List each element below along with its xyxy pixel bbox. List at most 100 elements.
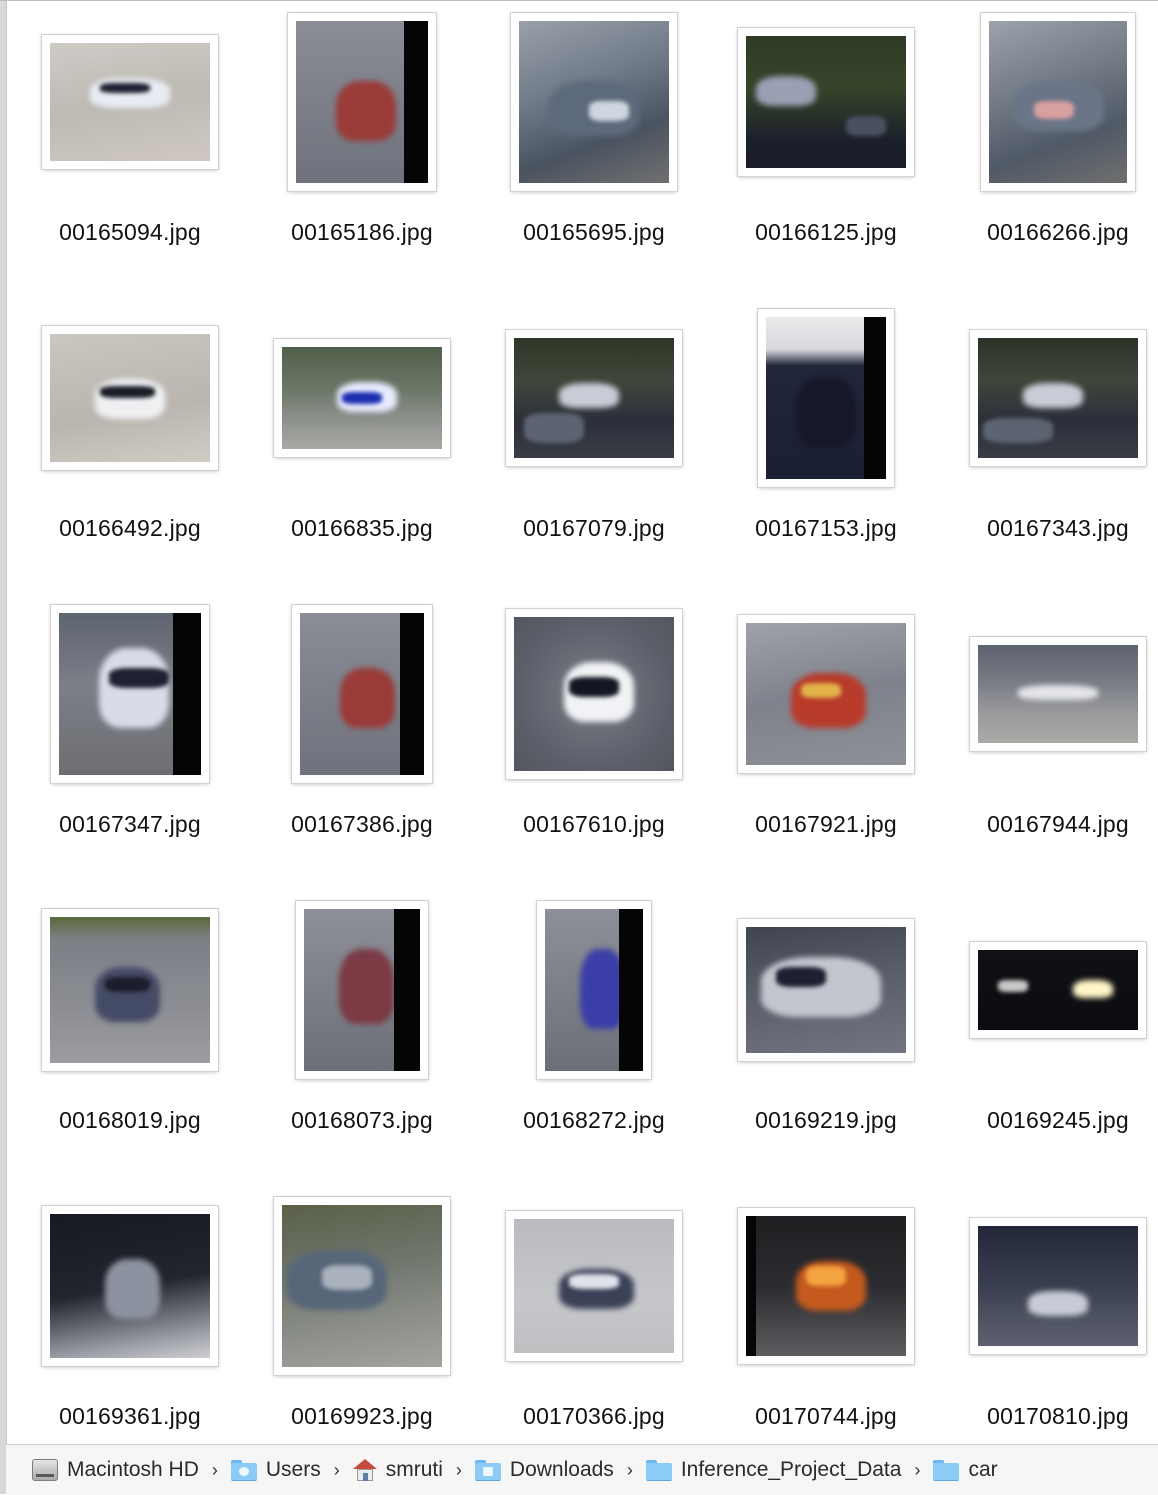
file-item[interactable]: 00166492.jpg bbox=[14, 296, 246, 592]
file-thumbnail[interactable] bbox=[42, 35, 218, 169]
file-thumbnail[interactable] bbox=[511, 13, 677, 191]
file-thumbnail[interactable] bbox=[738, 28, 914, 176]
path-crumb-label: Inference_Project_Data bbox=[680, 1458, 902, 1481]
file-name-label[interactable]: 00169245.jpg bbox=[942, 1107, 1158, 1134]
file-thumbnail[interactable] bbox=[738, 1208, 914, 1364]
chevron-right-icon: › bbox=[455, 1459, 462, 1480]
file-item[interactable]: 00167079.jpg bbox=[478, 296, 710, 592]
file-thumbnail[interactable] bbox=[42, 326, 218, 470]
file-thumbnail[interactable] bbox=[42, 1206, 218, 1366]
file-thumbnail[interactable] bbox=[970, 330, 1146, 466]
path-crumb[interactable]: car bbox=[933, 1458, 998, 1482]
file-name-label[interactable]: 00167153.jpg bbox=[710, 515, 942, 542]
file-name-label[interactable]: 00167921.jpg bbox=[710, 811, 942, 838]
file-item[interactable]: 00165695.jpg bbox=[478, 0, 710, 296]
file-thumbnail[interactable] bbox=[506, 330, 682, 466]
home-icon bbox=[352, 1459, 377, 1481]
path-crumb[interactable]: Macintosh HD bbox=[32, 1458, 199, 1482]
file-name-label[interactable]: 00167386.jpg bbox=[246, 811, 478, 838]
file-name-label[interactable]: 00166125.jpg bbox=[710, 219, 942, 246]
file-name-label[interactable]: 00166835.jpg bbox=[246, 515, 478, 542]
file-item[interactable]: 00167343.jpg bbox=[942, 296, 1158, 592]
thumbnail-container bbox=[14, 894, 246, 1086]
image-preview bbox=[300, 613, 424, 775]
vehicle-shape bbox=[336, 81, 396, 141]
vehicle-detail bbox=[342, 392, 382, 404]
thumbnail-container bbox=[246, 1190, 478, 1382]
file-thumbnail[interactable] bbox=[51, 605, 209, 783]
dark-edge-band bbox=[864, 317, 886, 479]
file-item[interactable]: 00169361.jpg bbox=[14, 1184, 246, 1480]
file-name-label[interactable]: 00167610.jpg bbox=[478, 811, 710, 838]
thumbnail-container bbox=[246, 302, 478, 494]
file-name-label[interactable]: 00167343.jpg bbox=[942, 515, 1158, 542]
file-name-label[interactable]: 00165186.jpg bbox=[246, 219, 478, 246]
image-preview bbox=[296, 21, 428, 183]
file-item[interactable]: 00170810.jpg bbox=[942, 1184, 1158, 1480]
file-name-label[interactable]: 00170366.jpg bbox=[478, 1403, 710, 1430]
thumbnail-container bbox=[14, 302, 246, 494]
file-name-label[interactable]: 00169219.jpg bbox=[710, 1107, 942, 1134]
file-thumbnail[interactable] bbox=[274, 339, 450, 457]
file-thumbnail[interactable] bbox=[292, 605, 432, 783]
file-item[interactable]: 00169923.jpg bbox=[246, 1184, 478, 1480]
file-name-label[interactable]: 00165695.jpg bbox=[478, 219, 710, 246]
file-thumbnail[interactable] bbox=[758, 309, 894, 487]
file-thumbnail[interactable] bbox=[42, 909, 218, 1071]
file-item[interactable]: 00170366.jpg bbox=[478, 1184, 710, 1480]
file-item[interactable]: 00165186.jpg bbox=[246, 0, 478, 296]
file-thumbnail[interactable] bbox=[288, 13, 436, 191]
file-name-label[interactable]: 00167079.jpg bbox=[478, 515, 710, 542]
file-item[interactable]: 00168073.jpg bbox=[246, 888, 478, 1184]
file-item[interactable]: 00165094.jpg bbox=[14, 0, 246, 296]
file-thumbnail[interactable] bbox=[970, 942, 1146, 1038]
file-thumbnail[interactable] bbox=[970, 1218, 1146, 1354]
file-name-label[interactable]: 00167347.jpg bbox=[14, 811, 246, 838]
file-item[interactable]: 00167921.jpg bbox=[710, 592, 942, 888]
file-name-label[interactable]: 00170744.jpg bbox=[710, 1403, 942, 1430]
file-thumbnail[interactable] bbox=[537, 901, 651, 1079]
file-name-label[interactable]: 00168019.jpg bbox=[14, 1107, 246, 1134]
image-preview bbox=[746, 36, 906, 168]
file-name-label[interactable]: 00168272.jpg bbox=[478, 1107, 710, 1134]
file-thumbnail[interactable] bbox=[506, 609, 682, 779]
dark-edge-band bbox=[746, 1216, 756, 1356]
file-item[interactable]: 00166125.jpg bbox=[710, 0, 942, 296]
path-crumb[interactable]: Inference_Project_Data bbox=[645, 1458, 902, 1482]
file-thumbnail[interactable] bbox=[296, 901, 428, 1079]
file-item[interactable]: 00166835.jpg bbox=[246, 296, 478, 592]
file-name-label[interactable]: 00170810.jpg bbox=[942, 1403, 1158, 1430]
vehicle-shape bbox=[1023, 383, 1083, 408]
vehicle-shape bbox=[340, 668, 395, 728]
file-item[interactable]: 00167153.jpg bbox=[710, 296, 942, 592]
dark-edge-band bbox=[173, 613, 201, 775]
file-item[interactable]: 00169219.jpg bbox=[710, 888, 942, 1184]
file-name-label[interactable]: 00166492.jpg bbox=[14, 515, 246, 542]
file-name-label[interactable]: 00167944.jpg bbox=[942, 811, 1158, 838]
file-thumbnail[interactable] bbox=[738, 615, 914, 773]
file-item[interactable]: 00167610.jpg bbox=[478, 592, 710, 888]
file-item[interactable]: 00167347.jpg bbox=[14, 592, 246, 888]
file-item[interactable]: 00168272.jpg bbox=[478, 888, 710, 1184]
path-crumb[interactable]: smruti bbox=[352, 1458, 443, 1482]
file-item[interactable]: 00169245.jpg bbox=[942, 888, 1158, 1184]
image-preview bbox=[50, 1214, 210, 1358]
file-item[interactable]: 00170744.jpg bbox=[710, 1184, 942, 1480]
file-thumbnail[interactable] bbox=[506, 1211, 682, 1361]
file-name-label[interactable]: 00168073.jpg bbox=[246, 1107, 478, 1134]
file-name-label[interactable]: 00166266.jpg bbox=[942, 219, 1158, 246]
file-thumbnail[interactable] bbox=[970, 637, 1146, 751]
file-item[interactable]: 00167944.jpg bbox=[942, 592, 1158, 888]
file-thumbnail[interactable] bbox=[738, 919, 914, 1061]
image-preview bbox=[282, 1205, 442, 1367]
path-crumb[interactable]: Users bbox=[230, 1458, 321, 1482]
file-thumbnail[interactable] bbox=[981, 13, 1135, 191]
file-thumbnail[interactable] bbox=[274, 1197, 450, 1375]
file-item[interactable]: 00166266.jpg bbox=[942, 0, 1158, 296]
file-name-label[interactable]: 00165094.jpg bbox=[14, 219, 246, 246]
file-name-label[interactable]: 00169361.jpg bbox=[14, 1403, 246, 1430]
file-item[interactable]: 00167386.jpg bbox=[246, 592, 478, 888]
file-item[interactable]: 00168019.jpg bbox=[14, 888, 246, 1184]
path-crumb[interactable]: Downloads bbox=[474, 1458, 614, 1482]
file-name-label[interactable]: 00169923.jpg bbox=[246, 1403, 478, 1430]
